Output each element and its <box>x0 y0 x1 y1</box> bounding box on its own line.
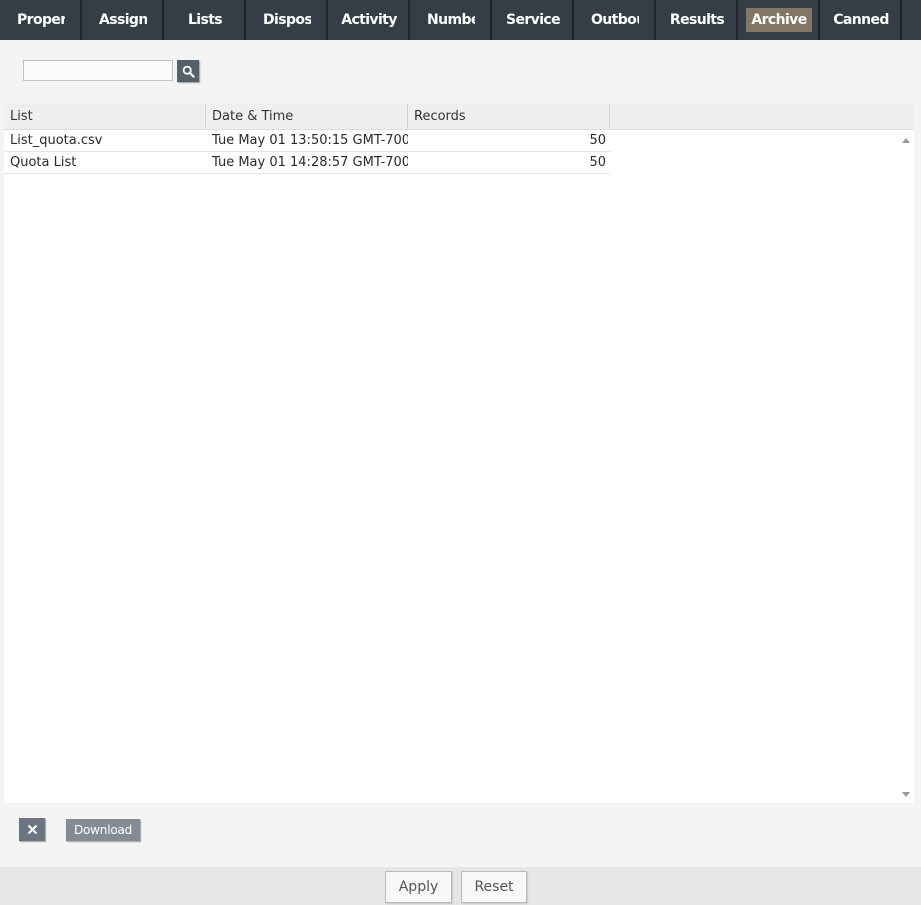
footer-bar: Apply Reset <box>0 867 921 905</box>
search-input[interactable] <box>23 60 173 81</box>
column-header-list[interactable]: List <box>4 104 206 129</box>
tab-lists[interactable]: Lists <box>164 0 246 40</box>
search-icon <box>182 65 195 78</box>
scroll-up-arrow-icon[interactable] <box>902 138 910 143</box>
tab-canned[interactable]: Canned <box>820 0 902 40</box>
vertical-scrollbar[interactable] <box>898 130 914 803</box>
tab-label: Numbers <box>427 12 475 28</box>
tab-label: Canned <box>833 12 889 28</box>
scroll-down-arrow-icon[interactable] <box>902 792 910 797</box>
table-row[interactable]: List_quota.csv Tue May 01 13:50:15 GMT-7… <box>4 130 610 152</box>
tab-numbers[interactable]: Numbers <box>410 0 492 40</box>
tab-label: Lists <box>187 12 223 28</box>
archive-grid: List Date & Time Records List_quota.csv … <box>4 104 914 803</box>
datetime-cell: Tue May 01 13:50:15 GMT-700... <box>212 133 408 148</box>
tab-service[interactable]: Service <box>492 0 574 40</box>
reset-button[interactable]: Reset <box>461 871 527 903</box>
tab-results[interactable]: Results <box>656 0 738 40</box>
grid-body: List_quota.csv Tue May 01 13:50:15 GMT-7… <box>4 130 610 174</box>
records-cell: 50 <box>589 155 606 170</box>
tab-dispositions[interactable]: Dispositions <box>246 0 328 40</box>
close-icon <box>27 824 37 835</box>
tab-label: Service <box>505 12 560 28</box>
tab-label: Activity <box>341 12 397 28</box>
apply-button[interactable]: Apply <box>385 871 452 903</box>
tab-assignments[interactable]: Assignments <box>82 0 164 40</box>
tab-outbound[interactable]: Outbound <box>574 0 656 40</box>
tab-activity[interactable]: Activity <box>328 0 410 40</box>
tab-label: Archive <box>746 8 812 32</box>
tab-label: Properties <box>17 12 65 28</box>
tab-label: Dispositions <box>263 12 311 28</box>
tab-bar: Properties Assignments Lists Disposition… <box>0 0 921 40</box>
list-cell: List_quota.csv <box>10 133 103 148</box>
column-header-datetime[interactable]: Date & Time <box>206 104 408 129</box>
search-button[interactable] <box>177 60 199 82</box>
tab-label: Assignments <box>99 12 147 28</box>
clear-button[interactable] <box>19 818 45 841</box>
table-row[interactable]: Quota List Tue May 01 14:28:57 GMT-700..… <box>4 152 610 174</box>
list-cell: Quota List <box>10 155 77 170</box>
grid-header: List Date & Time Records <box>4 104 914 130</box>
tab-label: Outbound <box>591 12 639 28</box>
tab-archive[interactable]: Archive <box>738 0 820 40</box>
tab-properties[interactable]: Properties <box>0 0 82 40</box>
tab-label: Results <box>669 12 725 28</box>
datetime-cell: Tue May 01 14:28:57 GMT-700... <box>212 155 408 170</box>
download-button[interactable]: Download <box>66 819 141 841</box>
column-header-records[interactable]: Records <box>408 104 610 129</box>
records-cell: 50 <box>589 133 606 148</box>
